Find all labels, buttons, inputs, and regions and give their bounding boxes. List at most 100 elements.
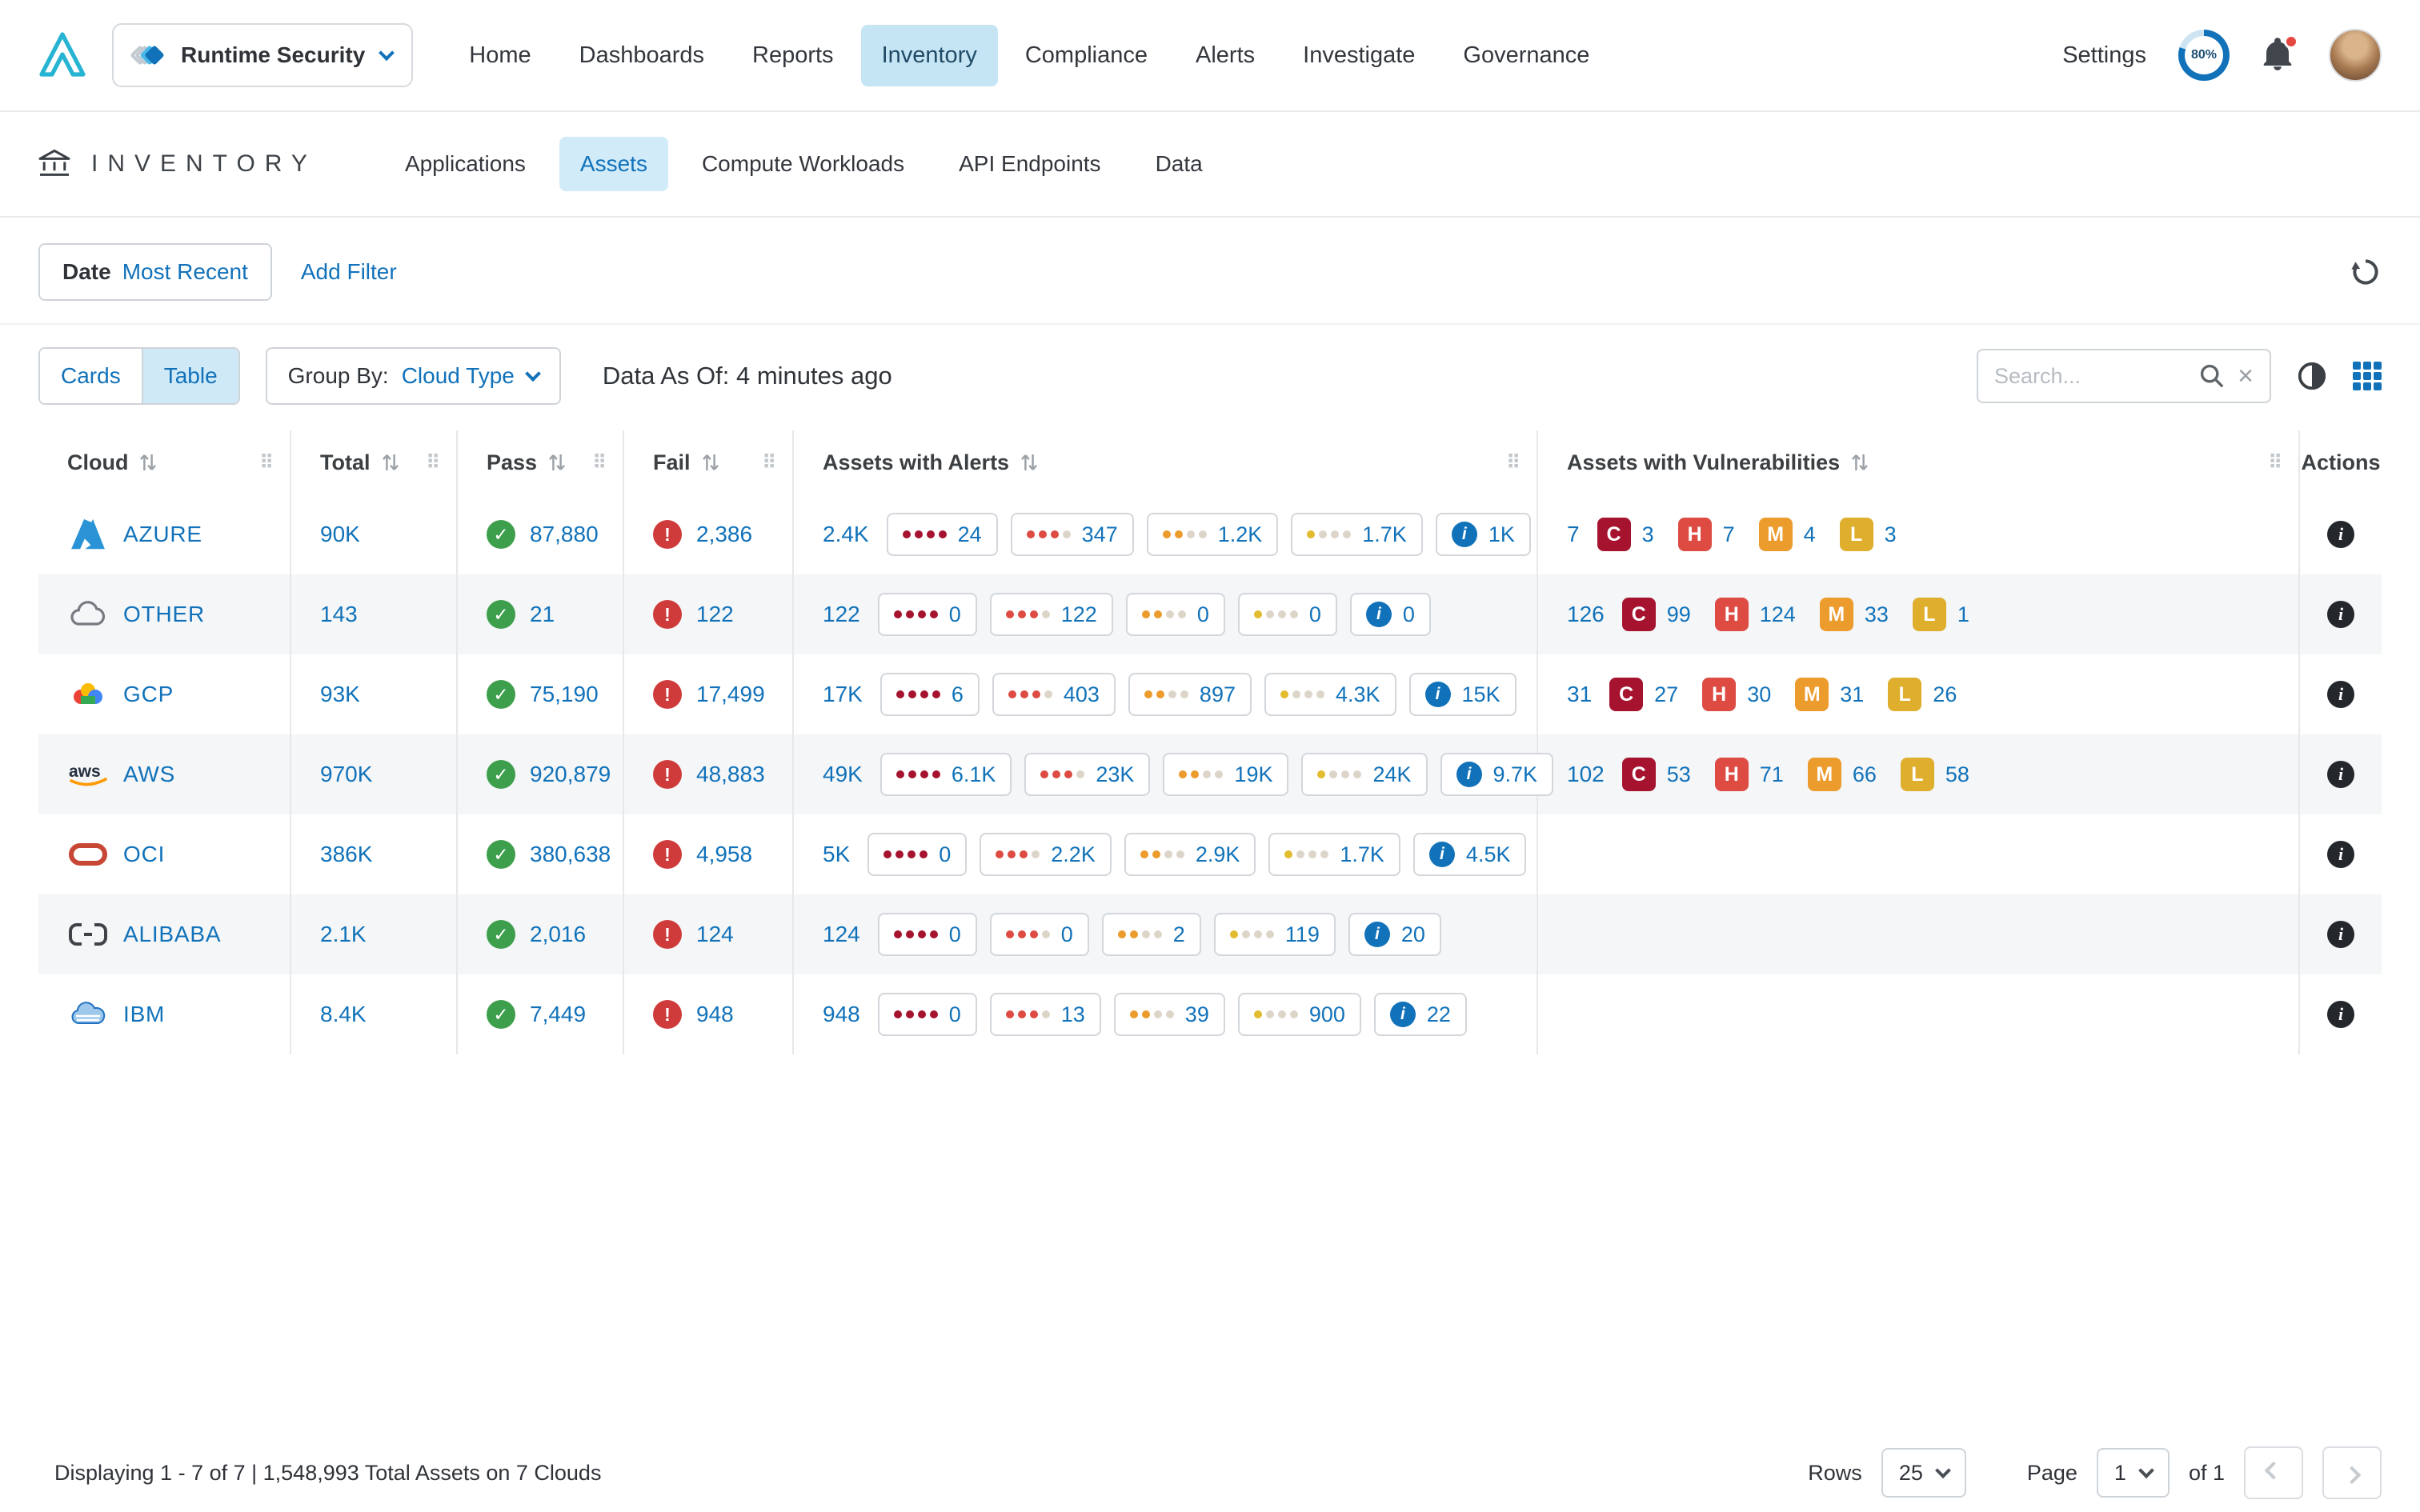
- fail-count-link[interactable]: 122: [696, 602, 734, 627]
- user-avatar[interactable]: [2329, 29, 2382, 82]
- alert-badge-critical[interactable]: 0: [867, 833, 967, 876]
- drag-handle-icon[interactable]: ⠿: [592, 451, 607, 474]
- vuln-badge-high[interactable]: H124: [1715, 598, 1796, 631]
- alert-badge-info[interactable]: i22: [1374, 993, 1467, 1036]
- pass-count-link[interactable]: 7,449: [530, 1002, 586, 1027]
- alert-badge-low[interactable]: 119: [1214, 913, 1336, 956]
- vulnerabilities-total-link[interactable]: 102: [1567, 762, 1605, 787]
- vuln-badge-critical[interactable]: C27: [1609, 678, 1678, 711]
- column-settings-button[interactable]: [2353, 362, 2382, 390]
- sort-icon[interactable]: [548, 452, 566, 473]
- alert-badge-medium[interactable]: 1.2K: [1147, 513, 1279, 556]
- vuln-badge-medium[interactable]: M31: [1795, 678, 1864, 711]
- cloud-link[interactable]: AWS: [123, 762, 175, 787]
- cloud-link[interactable]: AZURE: [123, 522, 202, 547]
- nav-item-compliance[interactable]: Compliance: [1004, 25, 1168, 86]
- nav-item-home[interactable]: Home: [448, 25, 551, 86]
- column-header-assets-with-alerts[interactable]: Assets with Alerts ⠿: [794, 430, 1538, 494]
- drag-handle-icon[interactable]: ⠿: [1506, 451, 1521, 474]
- fail-count-link[interactable]: 17,499: [696, 682, 765, 707]
- fail-count-link[interactable]: 48,883: [696, 762, 765, 787]
- sort-icon[interactable]: [382, 452, 399, 473]
- nav-item-inventory[interactable]: Inventory: [861, 25, 998, 86]
- tab-api-endpoints[interactable]: API Endpoints: [938, 137, 1121, 191]
- row-info-button[interactable]: i: [2327, 921, 2354, 948]
- alert-badge-high[interactable]: 347: [1011, 513, 1134, 556]
- alert-badge-high[interactable]: 122: [990, 593, 1113, 636]
- row-info-button[interactable]: i: [2327, 601, 2354, 628]
- alert-badge-high[interactable]: 13: [990, 993, 1101, 1036]
- cloud-link[interactable]: ALIBABA: [123, 922, 221, 947]
- vuln-badge-medium[interactable]: M66: [1808, 758, 1877, 791]
- vuln-badge-critical[interactable]: C53: [1622, 758, 1691, 791]
- alert-badge-high[interactable]: 2.2K: [980, 833, 1112, 876]
- nav-item-governance[interactable]: Governance: [1442, 25, 1610, 86]
- alert-badge-critical[interactable]: 0: [878, 993, 977, 1036]
- search-icon[interactable]: [2199, 363, 2225, 389]
- alert-badge-critical[interactable]: 24: [887, 513, 998, 556]
- fail-count-link[interactable]: 4,958: [696, 842, 752, 867]
- alerts-total-link[interactable]: 948: [823, 1002, 860, 1027]
- date-filter-chip[interactable]: Date Most Recent: [38, 243, 272, 301]
- drag-handle-icon[interactable]: ⠿: [2268, 451, 2282, 474]
- row-info-button[interactable]: i: [2327, 1001, 2354, 1028]
- alert-badge-info[interactable]: i9.7K: [1440, 753, 1554, 796]
- alert-badge-low[interactable]: 0: [1238, 593, 1337, 636]
- alert-badge-low[interactable]: 4.3K: [1264, 673, 1396, 716]
- total-count-link[interactable]: 90K: [320, 522, 360, 547]
- fail-count-link[interactable]: 948: [696, 1002, 734, 1027]
- tab-compute-workloads[interactable]: Compute Workloads: [681, 137, 925, 191]
- alerts-total-link[interactable]: 122: [823, 602, 860, 627]
- row-info-button[interactable]: i: [2327, 761, 2354, 788]
- vuln-badge-low[interactable]: L58: [1901, 758, 1969, 791]
- total-count-link[interactable]: 970K: [320, 762, 372, 787]
- alert-badge-info[interactable]: i15K: [1409, 673, 1517, 716]
- add-filter-button[interactable]: Add Filter: [301, 259, 397, 285]
- sort-icon[interactable]: [1851, 452, 1869, 473]
- drag-handle-icon[interactable]: ⠿: [259, 451, 274, 474]
- notifications-button[interactable]: [2262, 36, 2297, 74]
- alert-badge-low[interactable]: 24K: [1301, 753, 1427, 796]
- vuln-badge-critical[interactable]: C3: [1597, 518, 1654, 551]
- alert-badge-critical[interactable]: 6.1K: [880, 753, 1012, 796]
- tab-assets[interactable]: Assets: [559, 137, 668, 191]
- sort-icon[interactable]: [702, 452, 719, 473]
- total-count-link[interactable]: 93K: [320, 682, 360, 707]
- sort-icon[interactable]: [139, 452, 157, 473]
- cloud-link[interactable]: GCP: [123, 682, 174, 707]
- cloud-link[interactable]: OCI: [123, 842, 165, 867]
- prev-page-button[interactable]: [2244, 1446, 2303, 1499]
- nav-item-reports[interactable]: Reports: [731, 25, 855, 86]
- vuln-badge-high[interactable]: H71: [1715, 758, 1784, 791]
- column-header-cloud[interactable]: Cloud ⠿: [38, 430, 291, 494]
- column-header-assets-with-vulnerabilities[interactable]: Assets with Vulnerabilities ⠿: [1538, 430, 2300, 494]
- column-header-total[interactable]: Total ⠿: [291, 430, 458, 494]
- vulnerabilities-total-link[interactable]: 31: [1567, 682, 1592, 707]
- cards-view-button[interactable]: Cards: [40, 349, 142, 403]
- alerts-total-link[interactable]: 17K: [823, 682, 863, 707]
- alert-badge-critical[interactable]: 6: [880, 673, 980, 716]
- row-info-button[interactable]: i: [2327, 521, 2354, 548]
- reset-filters-button[interactable]: [2350, 256, 2382, 288]
- pass-count-link[interactable]: 380,638: [530, 842, 611, 867]
- page-select[interactable]: 1: [2097, 1448, 2170, 1498]
- vuln-badge-high[interactable]: H30: [1702, 678, 1771, 711]
- alert-badge-critical[interactable]: 0: [878, 913, 977, 956]
- settings-link[interactable]: Settings: [2062, 42, 2146, 69]
- alert-badge-info[interactable]: i20: [1348, 913, 1441, 956]
- vulnerabilities-total-link[interactable]: 126: [1567, 602, 1605, 627]
- alert-badge-medium[interactable]: 2.9K: [1124, 833, 1256, 876]
- module-switcher[interactable]: Runtime Security: [112, 23, 413, 87]
- total-count-link[interactable]: 2.1K: [320, 922, 367, 947]
- row-info-button[interactable]: i: [2327, 681, 2354, 708]
- pass-count-link[interactable]: 21: [530, 602, 555, 627]
- search-input[interactable]: [1994, 364, 2186, 389]
- nav-item-dashboards[interactable]: Dashboards: [559, 25, 725, 86]
- alert-badge-high[interactable]: 403: [992, 673, 1116, 716]
- drag-handle-icon[interactable]: ⠿: [762, 451, 776, 474]
- nav-item-alerts[interactable]: Alerts: [1175, 25, 1276, 86]
- vuln-badge-low[interactable]: L26: [1888, 678, 1957, 711]
- sort-icon[interactable]: [1020, 452, 1038, 473]
- alert-badge-info[interactable]: i1K: [1436, 513, 1531, 556]
- alert-badge-info[interactable]: i0: [1350, 593, 1431, 636]
